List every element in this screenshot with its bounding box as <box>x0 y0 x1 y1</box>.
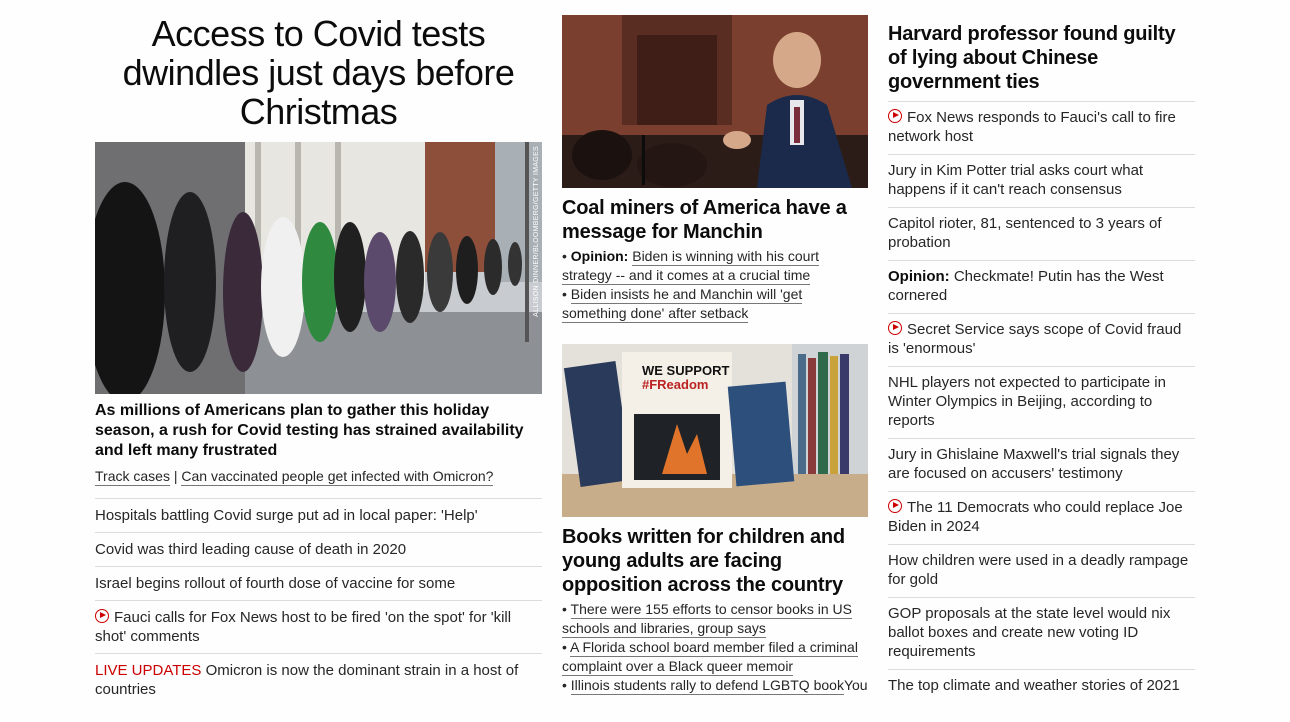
lead-column: Access to Covid tests dwindles just days… <box>95 0 542 706</box>
list-item[interactable]: LIVE UPDATES Omicron is now the dominant… <box>95 653 542 706</box>
list-item[interactable]: Opinion: Checkmate! Putin has the West c… <box>888 260 1195 313</box>
manchin-image[interactable] <box>562 15 868 188</box>
list-item[interactable]: Israel begins rollout of fourth dose of … <box>95 566 542 600</box>
bullet-link[interactable]: There were 155 efforts to censor books i… <box>562 601 852 638</box>
list-item[interactable]: The top climate and weather stories of 2… <box>888 669 1195 703</box>
manchin-bullets: Opinion: Biden is winning with his court… <box>562 247 868 323</box>
link-separator: | <box>173 468 178 484</box>
list-item[interactable]: NHL players not expected to participate … <box>888 366 1195 438</box>
sign-line-1: WE SUPPORT <box>642 363 730 378</box>
right-story-list: Fox News responds to Fauci's call to fir… <box>888 101 1195 703</box>
sign-line-2: #FReadom <box>642 377 709 392</box>
story-text[interactable]: Jury in Kim Potter trial asks court what… <box>888 162 1143 198</box>
story-text[interactable]: NHL players not expected to participate … <box>888 374 1166 429</box>
sign-text: WE SUPPORT #FReadom <box>642 364 729 392</box>
list-item[interactable]: Fox News responds to Fauci's call to fir… <box>888 101 1195 154</box>
story-text[interactable]: Covid was third leading cause of death i… <box>95 541 406 558</box>
list-item[interactable]: Covid was third leading cause of death i… <box>95 532 542 566</box>
list-item[interactable]: Illinois students rally to defend LGBTQ … <box>562 676 868 695</box>
list-item[interactable]: Secret Service says scope of Covid fraud… <box>888 313 1195 366</box>
list-item[interactable]: GOP proposals at the state level would n… <box>888 597 1195 669</box>
list-item[interactable]: There were 155 efforts to censor books i… <box>562 600 868 638</box>
lead-story-list: Hospitals battling Covid surge put ad in… <box>95 498 542 706</box>
list-item[interactable]: A Florida school board member filed a cr… <box>562 638 868 676</box>
story-text[interactable]: Israel begins rollout of fourth dose of … <box>95 575 455 592</box>
books-image[interactable]: WE SUPPORT #FReadom <box>562 344 868 517</box>
bullet-link[interactable]: A Florida school board member filed a cr… <box>562 639 858 676</box>
covid-test-line-photo <box>95 142 542 394</box>
lead-subhead[interactable]: As millions of Americans plan to gather … <box>95 401 542 461</box>
story-text[interactable]: Hospitals battling Covid surge put ad in… <box>95 507 478 524</box>
play-icon <box>888 321 902 335</box>
list-item[interactable]: Fauci calls for Fox News host to be fire… <box>95 600 542 653</box>
story-text[interactable]: Secret Service says scope of Covid fraud… <box>888 321 1181 357</box>
list-item[interactable]: The 11 Democrats who could replace Joe B… <box>888 491 1195 544</box>
story-text[interactable]: The top climate and weather stories of 2… <box>888 677 1180 694</box>
lead-related-links: Track cases | Can vaccinated people get … <box>95 466 542 486</box>
story-text[interactable]: Fox News responds to Fauci's call to fir… <box>888 109 1176 145</box>
story-text[interactable]: How children were used in a deadly rampa… <box>888 552 1188 588</box>
list-item[interactable]: Biden insists he and Manchin will 'get s… <box>562 285 868 323</box>
bullet-tail[interactable]: You <box>844 677 868 693</box>
middle-column: Coal miners of America have a message fo… <box>562 0 868 695</box>
manchin-photo <box>562 15 868 188</box>
image-credit: ALLISON DINNER/BLOOMBERG/GETTY IMAGES <box>533 146 540 317</box>
play-icon <box>888 499 902 513</box>
story-text[interactable]: Jury in Ghislaine Maxwell's trial signal… <box>888 446 1179 482</box>
omicron-question-link[interactable]: Can vaccinated people get infected with … <box>181 468 494 486</box>
story-text[interactable]: Fauci calls for Fox News host to be fire… <box>95 609 511 645</box>
harvard-headline[interactable]: Harvard professor found guilty of lying … <box>888 22 1195 94</box>
list-item[interactable]: Capitol rioter, 81, sentenced to 3 years… <box>888 207 1195 260</box>
list-item[interactable]: Hospitals battling Covid surge put ad in… <box>95 498 542 532</box>
manchin-headline[interactable]: Coal miners of America have a message fo… <box>562 196 868 244</box>
story-text[interactable]: The 11 Democrats who could replace Joe B… <box>888 499 1183 535</box>
story-text[interactable]: Capitol rioter, 81, sentenced to 3 years… <box>888 215 1162 251</box>
opinion-label: Opinion: <box>570 248 629 264</box>
live-updates-label: LIVE UPDATES <box>95 662 202 679</box>
books-headline[interactable]: Books written for children and young adu… <box>562 525 868 597</box>
lead-headline[interactable]: Access to Covid tests dwindles just days… <box>95 14 542 131</box>
list-item[interactable]: Jury in Ghislaine Maxwell's trial signal… <box>888 438 1195 491</box>
opinion-label: Opinion: <box>888 268 950 285</box>
list-item[interactable]: Opinion: Biden is winning with his court… <box>562 247 868 285</box>
books-bullets: There were 155 efforts to censor books i… <box>562 600 868 695</box>
bullet-link[interactable]: Biden insists he and Manchin will 'get s… <box>562 286 803 323</box>
list-item[interactable]: How children were used in a deadly rampa… <box>888 544 1195 597</box>
lead-image[interactable]: ALLISON DINNER/BLOOMBERG/GETTY IMAGES <box>95 142 542 394</box>
play-icon <box>95 609 109 623</box>
bullet-link[interactable]: Illinois students rally to defend LGBTQ … <box>570 677 844 695</box>
play-icon <box>888 109 902 123</box>
story-text[interactable]: GOP proposals at the state level would n… <box>888 605 1170 660</box>
track-cases-link[interactable]: Track cases <box>95 468 170 486</box>
right-column: Harvard professor found guilty of lying … <box>888 0 1195 703</box>
list-item[interactable]: Jury in Kim Potter trial asks court what… <box>888 154 1195 207</box>
